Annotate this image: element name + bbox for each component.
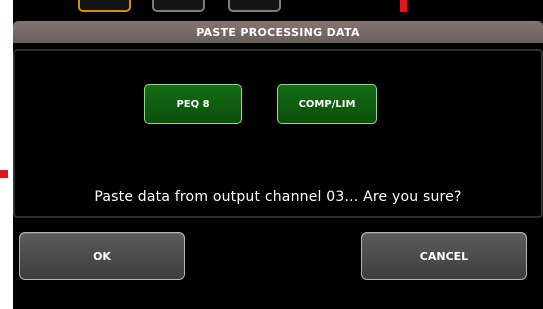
dialog-title: PASTE PROCESSING DATA <box>13 21 543 43</box>
top-tab-active[interactable] <box>78 0 131 12</box>
red-marker <box>0 170 8 178</box>
top-tab[interactable] <box>152 0 205 12</box>
top-tab[interactable] <box>228 0 281 12</box>
comp-lim-button[interactable]: COMP/LIM <box>277 84 377 124</box>
ok-button[interactable]: OK <box>19 232 185 280</box>
dialog-body: PEQ 8 COMP/LIM Paste data from output ch… <box>13 49 543 218</box>
cancel-button[interactable]: CANCEL <box>361 232 527 280</box>
red-marker <box>400 0 407 12</box>
confirmation-message: Paste data from output channel 03... Are… <box>94 189 462 205</box>
peq-8-button[interactable]: PEQ 8 <box>144 84 242 124</box>
